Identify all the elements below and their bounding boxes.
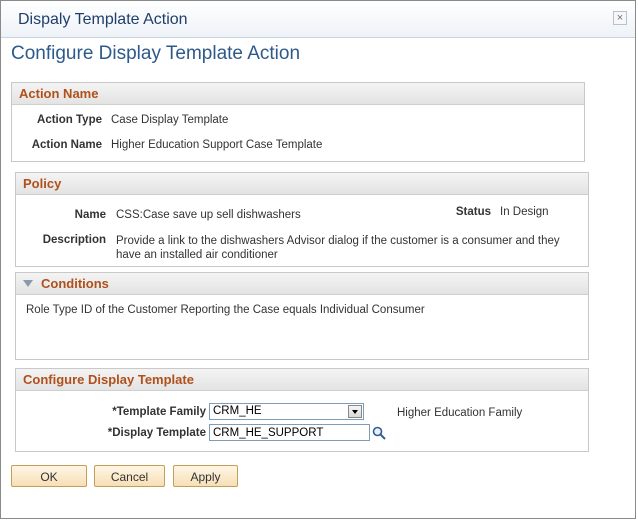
action-type-value: Case Display Template — [111, 114, 229, 126]
dialog-title: Dispaly Template Action — [18, 11, 188, 28]
ok-button[interactable]: OK — [11, 465, 87, 487]
chevron-down-icon[interactable] — [348, 405, 362, 418]
template-family-select[interactable]: CRM_HE — [209, 403, 364, 420]
policy-description-label: Description — [42, 234, 106, 246]
search-icon[interactable] — [372, 426, 386, 440]
policy-status-label: Status — [455, 206, 491, 218]
conditions-text: Role Type ID of the Customer Reporting t… — [26, 304, 425, 316]
display-template-input[interactable] — [209, 424, 370, 441]
display-template-label: *Display Template — [107, 427, 206, 439]
template-family-label: *Template Family — [112, 406, 206, 418]
close-icon[interactable]: × — [613, 11, 627, 25]
action-name-group: Action Name Action Type Case Display Tem… — [11, 82, 585, 162]
action-type-label: Action Type — [37, 114, 102, 126]
apply-button[interactable]: Apply — [173, 465, 238, 487]
policy-description-value: Provide a link to the dishwashers Adviso… — [116, 235, 560, 261]
action-name-header: Action Name — [12, 83, 584, 105]
triangle-down-icon[interactable] — [23, 280, 33, 287]
template-family-description: Higher Education Family — [397, 407, 523, 419]
conditions-header[interactable]: Conditions — [16, 273, 588, 295]
policy-status-value: In Design — [500, 206, 549, 218]
conditions-group: Conditions Role Type ID of the Customer … — [15, 272, 589, 360]
action-name-label: Action Name — [31, 139, 102, 151]
policy-name-label: Name — [74, 209, 106, 221]
cancel-button[interactable]: Cancel — [94, 465, 165, 487]
page-title: Configure Display Template Action — [11, 43, 301, 64]
template-family-selected-value: CRM_HE — [213, 405, 262, 417]
policy-group: Policy Name CSS:Case save up sell dishwa… — [15, 172, 589, 267]
configure-display-template-group: Configure Display Template *Template Fam… — [15, 368, 589, 452]
dialog-window: Dispaly Template Action × Configure Disp… — [0, 0, 636, 519]
policy-name-value: CSS:Case save up sell dishwashers — [116, 209, 301, 221]
policy-header: Policy — [16, 173, 588, 195]
conditions-header-label: Conditions — [41, 276, 109, 291]
configure-display-template-header: Configure Display Template — [16, 369, 588, 391]
dialog-titlebar: Dispaly Template Action × — [1, 1, 635, 38]
action-name-value: Higher Education Support Case Template — [111, 139, 323, 151]
